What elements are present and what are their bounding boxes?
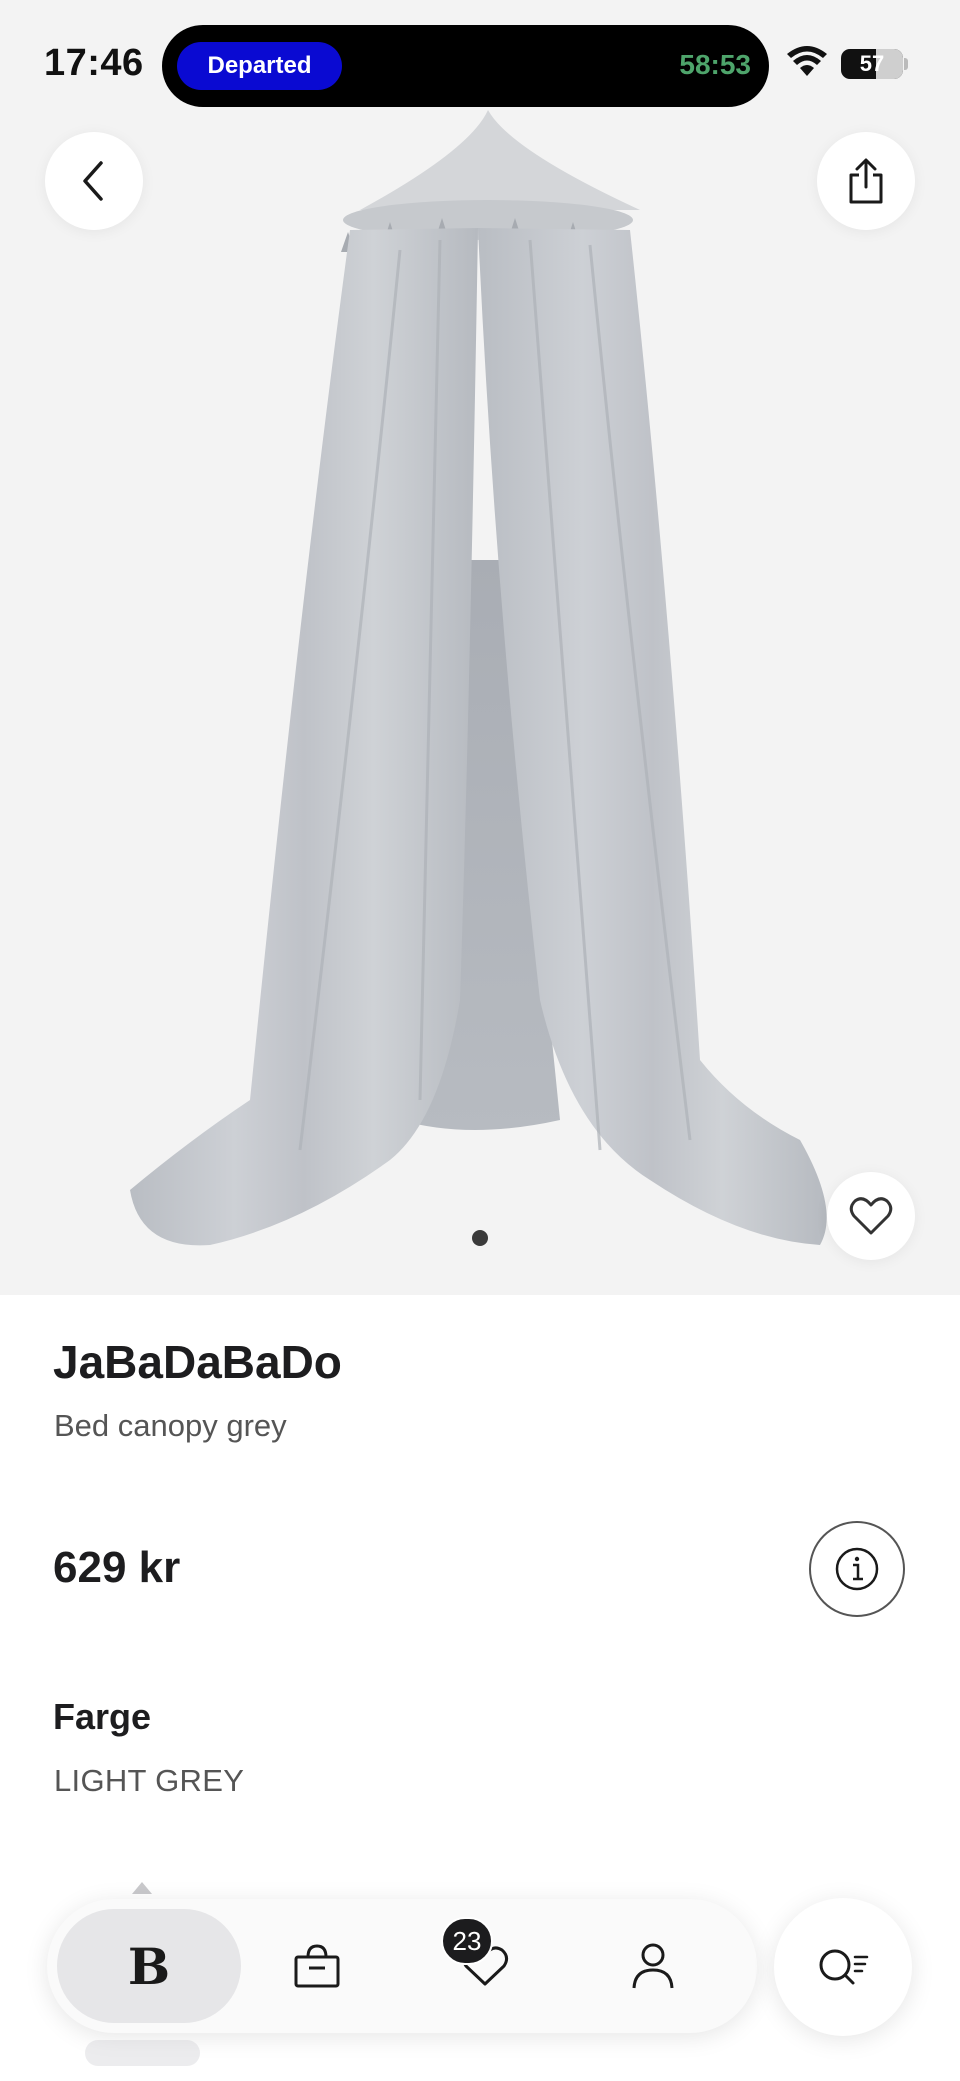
back-button[interactable] [45,132,143,230]
share-button[interactable] [817,132,915,230]
info-icon [835,1547,879,1591]
nav-active-indicator [132,1882,152,1894]
nav-bag-button[interactable] [283,1932,351,2000]
brand-logo-icon: B [127,1936,171,1996]
product-image-gallery[interactable]: 17:46 Departed 58:53 57 [0,0,960,1295]
back-chevron-icon [83,161,103,201]
battery-level: 57 [859,51,885,76]
product-brand[interactable]: JaBaDaBaDo [53,1335,342,1389]
battery-icon: 57 [841,49,903,79]
product-name: Bed canopy grey [54,1408,287,1443]
wishlist-count-badge: 23 [441,1917,493,1965]
price-info-button[interactable] [809,1521,905,1617]
color-value: LIGHT GREY [54,1763,245,1798]
nav-home-button[interactable]: B [57,1909,241,2023]
nav-profile-button[interactable] [619,1932,687,2000]
gallery-dot-active[interactable] [472,1230,488,1246]
bottom-navigation: B [47,1899,757,2033]
wifi-icon [787,46,827,76]
gallery-pagination [472,1230,488,1246]
search-button[interactable] [774,1898,912,2036]
heart-icon [849,1197,893,1235]
search-filter-icon [819,1949,869,1985]
live-activity-status: Departed [177,42,342,90]
color-heading: Farge [53,1696,152,1737]
person-icon [632,1943,674,1989]
product-image [130,110,827,1246]
favorite-button[interactable] [827,1172,915,1260]
home-indicator [85,2040,200,2066]
live-activity-timer: 58:53 [679,49,751,80]
status-time: 17:46 [44,42,144,84]
dynamic-island[interactable]: Departed 58:53 [162,25,769,107]
share-icon [849,158,883,204]
battery-tip [904,58,908,70]
bag-icon [294,1944,340,1988]
product-price: 629 kr [53,1543,181,1592]
